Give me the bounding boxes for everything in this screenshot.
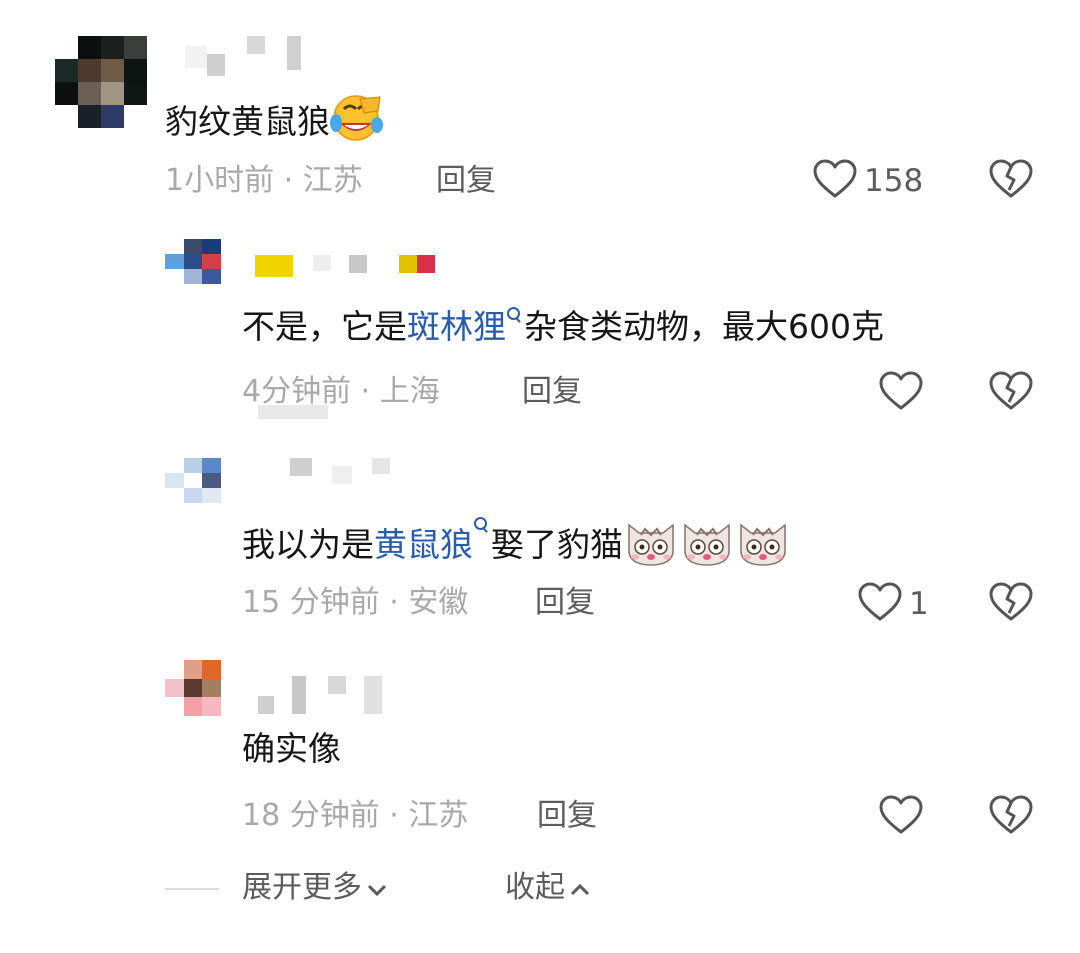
comment-text: 豹纹黄鼠狼 [165,93,384,154]
comment-meta: 15 分钟前 · 安徽 [242,585,469,620]
comment-text: 确实像 [242,729,341,768]
like-button[interactable] [878,370,930,416]
comment-text: 不是，它是斑林狸 杂食类动物，最大600克 [242,307,884,346]
avatar[interactable] [165,458,221,503]
heart-outline-icon [878,794,924,840]
heart-outline-icon [878,370,924,416]
broken-heart-icon [988,795,1034,840]
reply-button[interactable]: 回复 [522,372,582,412]
dislike-button[interactable] [988,794,1034,840]
username-blurred[interactable] [185,36,301,76]
comment-text: 我以为是黄鼠狼 娶了豹猫 [242,515,791,578]
avatar[interactable] [55,36,147,128]
broken-heart-icon [988,159,1034,204]
reply-button[interactable]: 回复 [436,161,496,201]
chevron-up-icon [569,869,591,909]
search-icon [473,515,489,541]
cat-face-emoji-icon [735,515,791,578]
username-blurred[interactable] [290,456,390,484]
laughing-crying-emoji-icon [330,93,384,154]
avatar[interactable] [165,660,221,716]
username-blurred[interactable] [255,255,435,277]
blur-overlay [258,405,328,419]
heart-outline-icon [812,158,858,204]
comment-meta: 18 分钟前 · 江苏 [242,798,469,833]
search-icon [506,305,522,331]
reply-button[interactable]: 回复 [535,583,595,623]
collapse-button[interactable]: 收起 [505,868,591,909]
keyword-link[interactable]: 斑林狸 [407,307,524,346]
like-count: 1 [909,586,929,622]
divider-line [165,888,219,890]
heart-outline-icon [857,581,903,627]
dislike-button[interactable] [988,581,1034,627]
like-button[interactable]: 1 [857,581,929,627]
reply-button[interactable]: 回复 [537,796,597,836]
expand-more-button[interactable]: 展开更多 [242,868,388,909]
keyword-link[interactable]: 黄鼠狼 [374,517,491,564]
dislike-button[interactable] [988,370,1034,416]
cat-face-emoji-icon [623,515,679,578]
like-count: 158 [864,163,924,199]
broken-heart-icon [988,582,1034,627]
chevron-down-icon [366,869,388,909]
like-button[interactable]: 158 [812,158,923,204]
username-blurred[interactable] [258,676,382,714]
dislike-button[interactable] [988,158,1034,204]
comment-meta: 1小时前 · 江苏 [165,163,363,198]
broken-heart-icon [988,371,1034,416]
cat-face-emoji-icon [679,515,735,578]
like-button[interactable] [878,794,930,840]
avatar[interactable] [165,239,221,284]
